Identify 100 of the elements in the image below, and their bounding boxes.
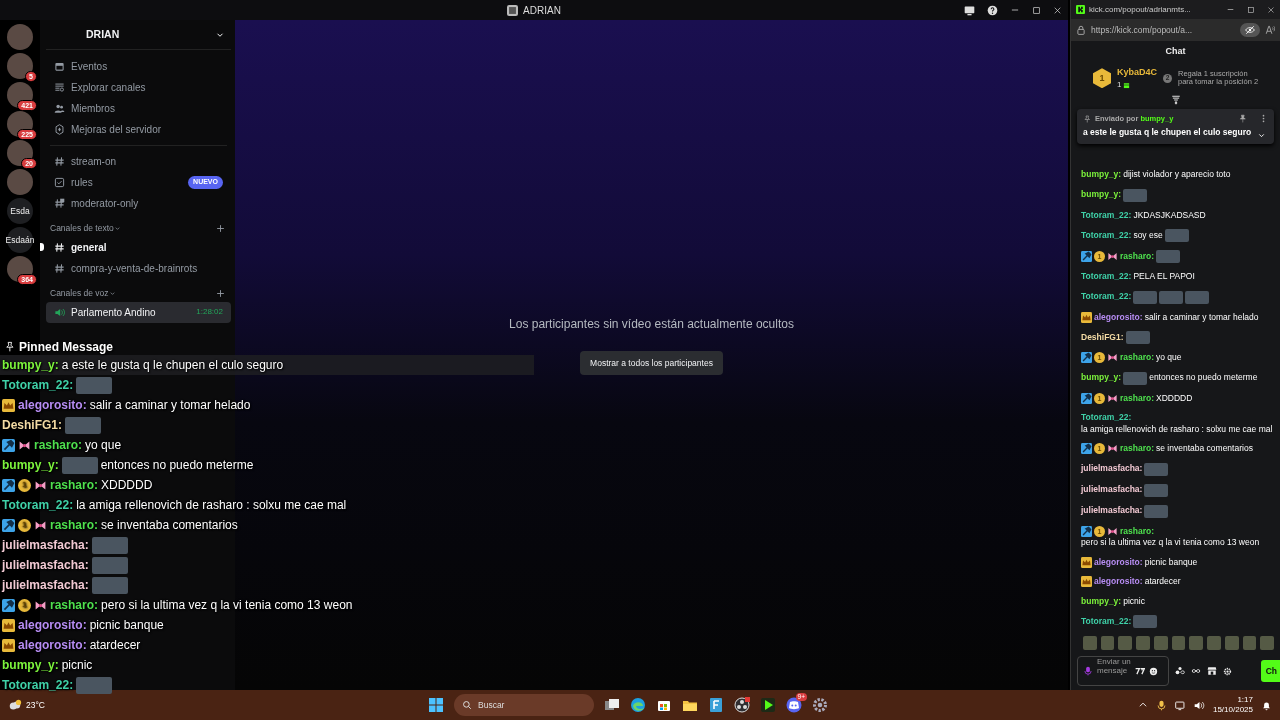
maximize-icon[interactable] xyxy=(1247,5,1255,14)
channel-item[interactable]: general xyxy=(46,236,231,258)
store-icon[interactable] xyxy=(1207,666,1217,676)
emote-image[interactable] xyxy=(1118,636,1133,650)
monitor-icon[interactable] xyxy=(1174,699,1186,711)
hide-button[interactable] xyxy=(1240,23,1260,37)
chat-message-text: dijist violador y aparecio toto xyxy=(1123,169,1231,181)
bow-icon xyxy=(1107,352,1118,364)
collapse-icon[interactable] xyxy=(1170,95,1181,105)
maximize-icon[interactable] xyxy=(1032,5,1041,15)
search-field[interactable]: Buscar xyxy=(454,694,594,716)
f-app-icon[interactable] xyxy=(708,697,724,713)
menu-item[interactable]: Explorar canales xyxy=(46,77,231,98)
menu-item[interactable]: Eventos xyxy=(46,56,231,77)
chat-username: julielmasfacha: xyxy=(1081,505,1143,517)
infinity-icon[interactable] xyxy=(1191,666,1201,676)
pin-icon[interactable] xyxy=(1238,114,1247,124)
show-participants-button[interactable]: Mostrar a todos los participantes xyxy=(580,350,723,376)
monitor-icon[interactable] xyxy=(964,4,975,16)
emote-image xyxy=(1144,483,1169,497)
list-search-icon xyxy=(54,82,65,93)
server-button[interactable]: Esda xyxy=(7,198,33,224)
chat-username: alegorosito: xyxy=(18,617,87,634)
channel-item[interactable]: Parlamento Andino 1:28:02 xyxy=(46,301,231,323)
menu-item[interactable]: Miembros xyxy=(46,98,231,119)
read-aloud-icon[interactable] xyxy=(1265,25,1275,35)
category-label[interactable]: Canales de texto xyxy=(50,222,121,235)
emote-image[interactable] xyxy=(1153,636,1168,650)
chat-username: bumpy_y: xyxy=(1081,189,1122,201)
chat-username: rasharo: xyxy=(1120,443,1154,455)
emote-image[interactable] xyxy=(1260,636,1275,650)
chat-input-box[interactable]: Enviar un mensaje xyxy=(1077,656,1169,686)
chat-message-text: la amiga rellenovich de rasharo : solxu me cae mal xyxy=(76,497,347,514)
plus-icon[interactable] xyxy=(216,223,225,233)
chat-message-text: yo que xyxy=(1156,352,1182,364)
hammer-icon xyxy=(1081,443,1092,455)
emote-image[interactable] xyxy=(1100,636,1115,650)
bow-icon xyxy=(1107,251,1118,262)
chat-app-icon[interactable] xyxy=(786,697,802,713)
chat-username: bumpy_y: xyxy=(2,457,59,474)
crown-icon xyxy=(1081,556,1092,568)
chat-message-text: pero si la ultima vez q la vi tenia como 13 weon xyxy=(1081,537,1260,549)
chat-message-text: salir a caminar y tomar helado xyxy=(1144,311,1259,323)
chat-username: alegorosito: xyxy=(1094,576,1143,588)
mic-icon[interactable] xyxy=(1155,699,1167,711)
channel-name: compra-y-venta-de-brainrots xyxy=(71,261,198,276)
plus-icon[interactable] xyxy=(216,288,225,298)
people-icon[interactable] xyxy=(1175,666,1185,676)
emote-image xyxy=(1164,229,1189,242)
task-view-icon[interactable] xyxy=(604,697,620,713)
chat-message-text: picnic xyxy=(61,657,93,674)
emote-image[interactable] xyxy=(1189,636,1204,650)
chat-message-text: picnic xyxy=(1123,595,1145,607)
tab-title: kick.com/popout/adrianmts... xyxy=(1089,3,1191,16)
emote-image[interactable] xyxy=(1171,636,1186,650)
rank-badge: 1 xyxy=(1093,68,1111,89)
close-icon[interactable] xyxy=(1267,5,1275,14)
chat-username: DeshiFG1: xyxy=(1081,331,1124,344)
close-icon[interactable] xyxy=(1053,5,1062,15)
chat-button[interactable]: Ch xyxy=(1260,659,1280,683)
channel-item[interactable]: compra-y-venta-de-brainrots xyxy=(46,257,231,279)
chat-username: alegorosito: xyxy=(18,397,87,414)
channel-name: stream-on xyxy=(71,155,116,169)
clock-time[interactable]: 1:17 xyxy=(1212,695,1253,705)
message-input[interactable]: Enviar un mensaje xyxy=(1097,657,1131,685)
chat-title: Chat xyxy=(1164,45,1187,58)
unread-indicator xyxy=(40,243,44,252)
bow-icon xyxy=(1107,443,1118,455)
channel-item[interactable]: moderator-only xyxy=(46,193,231,214)
chat-message-text: a este le gusta q le chupen el culo seguro xyxy=(61,357,284,374)
gift-count: 1 xyxy=(1117,79,1122,91)
start-icon[interactable] xyxy=(428,697,444,713)
chat-username: rasharo: xyxy=(50,517,99,534)
server-button[interactable]: Esdaán xyxy=(7,227,33,253)
chevron-up-icon[interactable] xyxy=(1137,700,1148,710)
emoji-icon[interactable] xyxy=(1149,666,1158,676)
bell-icon[interactable] xyxy=(1261,699,1272,711)
emote-image[interactable] xyxy=(1224,636,1239,650)
chat-username: julielmasfacha: xyxy=(1081,463,1143,475)
chat-username: rasharo: xyxy=(34,437,83,454)
chat-username: julielmasfacha: xyxy=(2,557,89,574)
shield-icon xyxy=(54,124,65,135)
pinned-title: Pinned Message xyxy=(19,338,114,356)
chat-username: bumpy_y: xyxy=(2,657,59,674)
settings-icon[interactable] xyxy=(812,697,828,713)
browser-icon[interactable] xyxy=(630,697,646,713)
chevron-down-icon xyxy=(108,289,116,297)
help-icon[interactable] xyxy=(987,4,998,16)
menu-item[interactable]: Mejoras del servidor xyxy=(46,119,231,140)
chat-message-text: pero si la ultima vez q la vi tenia como 13 weon xyxy=(101,597,353,614)
recorder-icon[interactable] xyxy=(734,697,750,713)
category-label[interactable]: Canales de voz xyxy=(50,286,116,300)
emote-image[interactable] xyxy=(1242,636,1257,650)
chat-username: bumpy_y: xyxy=(1081,595,1122,607)
clock-date[interactable]: 15/10/2025 xyxy=(1212,705,1253,715)
chat-message-text: XDDDDD xyxy=(101,477,153,494)
play-app-icon[interactable] xyxy=(760,697,776,713)
speaker-icon[interactable] xyxy=(1193,699,1205,711)
chat-username: julielmasfacha: xyxy=(2,577,89,594)
channel-item[interactable]: stream-on xyxy=(46,151,231,172)
